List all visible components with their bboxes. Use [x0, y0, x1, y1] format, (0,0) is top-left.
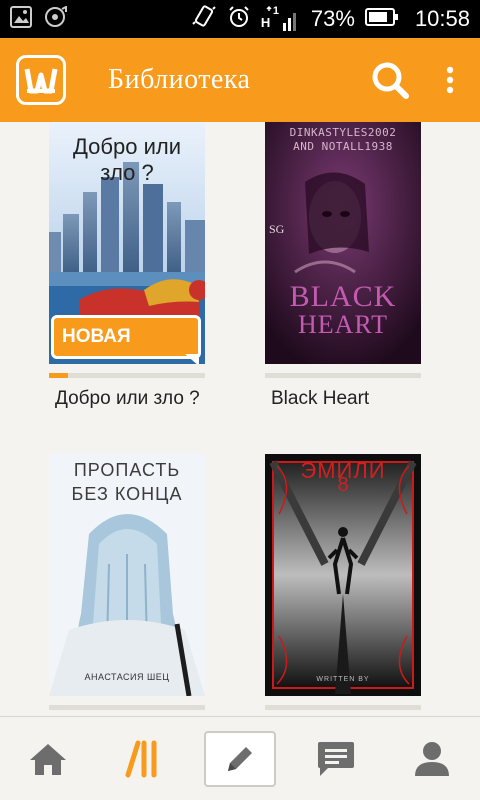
status-bar: H 1 73% 10:58: [0, 0, 480, 38]
write-icon: [228, 746, 252, 771]
logo-icon[interactable]: [16, 55, 66, 105]
cover-title-line2: HEART: [297, 310, 389, 339]
library-grid: Добро или зло ? НОВАЯ Добро или зло ? DI…: [0, 122, 480, 716]
gallery-notification-icon: [10, 5, 32, 33]
battery-percent: 73%: [310, 6, 355, 31]
book-title: Добро или зло ?: [55, 388, 200, 409]
cover-title: Добро или зло ?: [73, 134, 181, 185]
signal-icon: H 1: [261, 5, 301, 33]
search-button[interactable]: [366, 56, 414, 104]
nav-home[interactable]: [0, 717, 96, 800]
nav-write[interactable]: [192, 717, 288, 800]
cover-written-by: WRITTEN BY: [316, 676, 370, 683]
cover-title-line1: BLACK: [289, 280, 397, 313]
reading-progress-track: [265, 705, 421, 710]
badge-tail: [185, 354, 199, 364]
page-title: Библиотека: [108, 64, 251, 95]
nav-messages[interactable]: [288, 717, 384, 800]
app-bar: Библиотека: [0, 38, 480, 122]
bottom-nav: [0, 716, 480, 800]
cover-title-line2: БЕЗ КОНЦА: [71, 484, 183, 504]
search-icon: [372, 62, 409, 99]
cover-author-line2: AND NOTALL1938: [293, 140, 393, 153]
battery-icon: [364, 7, 399, 31]
cover-author: АНАСТАСИЯ ШЕЦ: [84, 672, 170, 682]
cover-sg-mark: SG: [269, 222, 285, 236]
book-cover[interactable]: ЭМИЛИ 8 WRITTEN BY: [265, 454, 421, 696]
messages-icon: [318, 741, 354, 776]
home-icon: [30, 743, 66, 775]
reading-progress-track: [49, 373, 205, 378]
more-vert-icon: [446, 66, 454, 94]
reading-progress-track: [265, 373, 421, 378]
book-title: Black Heart: [271, 388, 370, 409]
book-cover[interactable]: ПРОПАСТЬ БЕЗ КОНЦА АНАСТАСИЯ ШЕЦ: [49, 454, 205, 696]
music-notification-icon: [44, 4, 68, 33]
new-badge: НОВАЯ: [51, 315, 201, 359]
reading-progress-track: [49, 705, 205, 710]
cover-numeral: 8: [337, 474, 349, 496]
alarm-icon: [227, 5, 251, 34]
nav-library[interactable]: [96, 717, 192, 800]
cover-author-line1: DINKASTYLES2002: [289, 126, 397, 139]
library-icon: [125, 740, 157, 777]
book-cover[interactable]: DINKASTYLES2002 AND NOTALL1938 SG BLACK …: [265, 122, 421, 364]
cover-title-line1: ПРОПАСТЬ: [73, 460, 181, 480]
profile-icon: [415, 741, 449, 776]
nav-profile[interactable]: [384, 717, 480, 800]
write-button[interactable]: [204, 730, 276, 787]
vibrate-icon: [191, 4, 217, 35]
more-menu-button[interactable]: [438, 56, 462, 104]
book-cover[interactable]: Добро или зло ? НОВАЯ: [49, 122, 205, 364]
clock: 10:58: [414, 6, 470, 31]
reading-progress-fill: [49, 373, 68, 378]
